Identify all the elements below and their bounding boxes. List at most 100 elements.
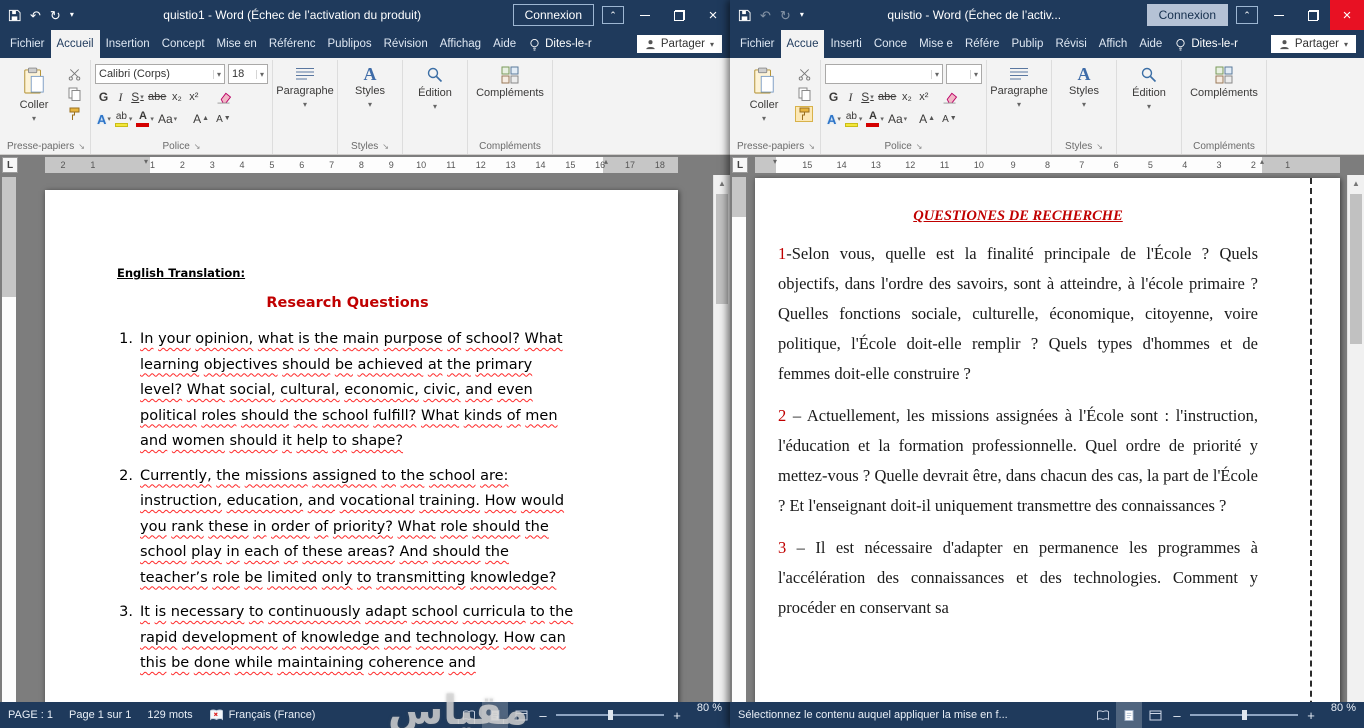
horizontal-ruler[interactable]: ▾ ▴ 2 1 1 2 3 4 5 6 7 8 9 10 11 12 13 14 15 16 17 18: [45, 157, 678, 173]
font-size-combobox[interactable]: 18 ▾: [228, 64, 268, 84]
dialog-launcher-icon[interactable]: ↘: [382, 142, 389, 151]
restore-button[interactable]: [1296, 0, 1330, 30]
font-name-combobox[interactable]: Calibri (Corps) ▾: [95, 64, 225, 84]
tab-stop-selector[interactable]: L: [732, 157, 748, 173]
dialog-launcher-icon[interactable]: ↘: [916, 142, 923, 151]
subscript-button[interactable]: x₂: [168, 88, 185, 106]
zoom-slider[interactable]: [1190, 710, 1298, 720]
web-layout-icon[interactable]: [1142, 702, 1168, 728]
underline-button[interactable]: S ▾: [129, 88, 146, 106]
ribbon-tab[interactable]: Aide: [487, 30, 522, 58]
underline-button[interactable]: S ▾: [859, 88, 876, 106]
paragraph-button[interactable]: Paragraphe ▾: [990, 61, 1048, 109]
undo-icon[interactable]: ↶: [30, 9, 41, 22]
dialog-launcher-icon[interactable]: ↘: [808, 142, 815, 151]
zoom-slider[interactable]: [556, 710, 664, 720]
zoom-slider-thumb[interactable]: [607, 710, 613, 720]
document-page[interactable]: QUESTIONES DE RECHERCHE 1-Selon vous, qu…: [755, 178, 1340, 702]
italic-button[interactable]: I: [842, 88, 859, 106]
customize-qat-icon[interactable]: ▾: [800, 11, 804, 19]
ribbon-tab[interactable]: Référenc: [263, 30, 322, 58]
change-case-button[interactable]: Aa ▾: [886, 110, 909, 128]
tab-accueil-active[interactable]: Accueil: [50, 30, 100, 58]
scroll-up-icon[interactable]: ▲: [714, 175, 730, 192]
text-effects-button[interactable]: A ▾: [95, 110, 113, 128]
italic-button[interactable]: I: [112, 88, 129, 106]
highlight-button[interactable]: ab ▾: [113, 110, 135, 128]
minimize-button[interactable]: [628, 0, 662, 30]
dialog-launcher-icon[interactable]: ↘: [78, 142, 85, 151]
horizontal-ruler[interactable]: ▾ ▴ 15 14 13 12 11 10 9 8 7 6 5 4 3 2 1: [755, 157, 1340, 173]
page-badge[interactable]: PAGE : 1: [0, 702, 61, 728]
redo-icon[interactable]: ↻: [780, 9, 791, 22]
clear-formatting-icon[interactable]: [214, 88, 234, 106]
ribbon-display-options-icon[interactable]: ⌃: [1236, 6, 1258, 24]
ribbon-tab[interactable]: Révisi: [1049, 30, 1092, 58]
minimize-button[interactable]: [1262, 0, 1296, 30]
superscript-button[interactable]: x²: [185, 88, 202, 106]
read-mode-icon[interactable]: [456, 702, 482, 728]
ribbon-tab[interactable]: Affich: [1093, 30, 1134, 58]
word-count[interactable]: 129 mots: [139, 702, 200, 728]
tab-accueil-active[interactable]: Accue: [780, 30, 825, 58]
ribbon-tab[interactable]: Révision: [378, 30, 434, 58]
print-layout-icon[interactable]: [1116, 702, 1142, 728]
share-button[interactable]: Partager ▾: [1270, 35, 1356, 53]
font-color-button[interactable]: A ▾: [134, 110, 156, 128]
editing-button[interactable]: Édition ▾: [1121, 61, 1177, 111]
styles-button[interactable]: A Styles ▾: [342, 61, 398, 109]
clear-formatting-icon[interactable]: [940, 88, 960, 106]
redo-icon[interactable]: ↻: [50, 9, 61, 22]
vertical-ruler[interactable]: [730, 175, 748, 702]
grow-font-button[interactable]: A ▲: [917, 110, 940, 128]
font-color-button[interactable]: A ▾: [864, 110, 886, 128]
ribbon-tab[interactable]: Référe: [959, 30, 1006, 58]
share-button[interactable]: Partager ▾: [636, 35, 722, 53]
addins-button[interactable]: Compléments: [472, 61, 548, 99]
page-info[interactable]: Page 1 sur 1: [61, 702, 139, 728]
save-icon[interactable]: [8, 9, 21, 22]
text-effects-button[interactable]: A ▾: [825, 110, 843, 128]
superscript-button[interactable]: x²: [915, 88, 932, 106]
tab-stop-selector[interactable]: L: [2, 157, 18, 173]
scroll-up-icon[interactable]: ▲: [1348, 175, 1364, 192]
save-icon[interactable]: [738, 9, 751, 22]
styles-button[interactable]: A Styles ▾: [1056, 61, 1112, 109]
shrink-font-button[interactable]: A ▼: [214, 110, 236, 128]
undo-icon[interactable]: ↶: [760, 9, 771, 22]
vertical-scrollbar[interactable]: ▲: [1347, 175, 1364, 702]
ribbon-tab[interactable]: Aide: [1133, 30, 1168, 58]
web-layout-icon[interactable]: [508, 702, 534, 728]
subscript-button[interactable]: x₂: [898, 88, 915, 106]
zoom-percentage[interactable]: 80 %: [1324, 702, 1364, 728]
editing-button[interactable]: Édition ▾: [407, 61, 463, 111]
zoom-percentage[interactable]: 80 %: [690, 702, 730, 728]
copy-icon[interactable]: [795, 86, 813, 102]
shrink-font-button[interactable]: A ▼: [940, 110, 962, 128]
zoom-slider-thumb[interactable]: [1241, 710, 1247, 720]
customize-qat-icon[interactable]: ▾: [70, 11, 74, 19]
vertical-scrollbar[interactable]: ▲: [713, 175, 730, 702]
dialog-launcher-icon[interactable]: ↘: [194, 142, 201, 151]
strikethrough-button[interactable]: abe: [146, 88, 168, 106]
ribbon-tab[interactable]: Concept: [156, 30, 211, 58]
document-page[interactable]: English Translation: Research Questions …: [45, 190, 678, 702]
vertical-ruler[interactable]: [0, 175, 18, 702]
ribbon-tab[interactable]: Insertion: [100, 30, 156, 58]
addins-button[interactable]: Compléments: [1186, 61, 1262, 99]
sign-in-button[interactable]: Connexion: [1146, 4, 1228, 26]
zoom-in-button[interactable]: +: [1302, 708, 1320, 723]
copy-icon[interactable]: [65, 86, 83, 102]
restore-button[interactable]: [662, 0, 696, 30]
print-layout-icon[interactable]: [482, 702, 508, 728]
paste-button[interactable]: Coller ▾: [736, 61, 792, 123]
font-size-combobox[interactable]: ▾: [946, 64, 982, 84]
ribbon-tab[interactable]: Publip: [1005, 30, 1049, 58]
tell-me-button[interactable]: Dites-le-r: [1168, 30, 1245, 58]
proofing-status[interactable]: Français (France): [201, 702, 324, 728]
sign-in-button[interactable]: Connexion: [512, 4, 594, 26]
ribbon-tab[interactable]: Inserti: [824, 30, 867, 58]
close-button[interactable]: ×: [696, 0, 730, 30]
cut-icon[interactable]: [795, 66, 813, 82]
font-name-combobox[interactable]: ▾: [825, 64, 943, 84]
